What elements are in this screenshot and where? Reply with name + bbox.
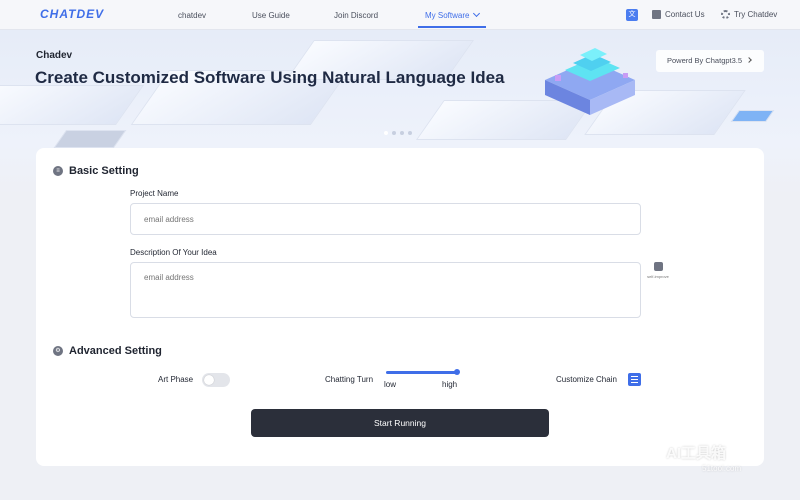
- watermark: AI工具箱 51tool.com: [666, 442, 741, 473]
- customize-chain-label: Customize Chain: [556, 375, 617, 384]
- chatdev-logo[interactable]: CHATDEV: [40, 7, 104, 21]
- watermark-main: AI工具箱: [666, 445, 727, 462]
- isometric-graphic: [545, 48, 635, 115]
- chevron-down-icon: [473, 9, 481, 18]
- chatting-turn-label: Chatting Turn: [325, 375, 374, 384]
- advanced-setting-title: Advanced Setting: [69, 345, 162, 357]
- hero-title: Create Customized Software Using Natural…: [35, 68, 505, 87]
- carousel-dot[interactable]: [384, 131, 388, 135]
- magic-icon: [653, 262, 663, 271]
- slider-low-label: low: [384, 380, 397, 389]
- mail-icon: [652, 10, 661, 19]
- watermark-sub: 51tool.com: [702, 464, 742, 473]
- self-improve-label: self-improve: [647, 274, 669, 279]
- slider-high-label: high: [442, 380, 458, 389]
- nav-link-use-guide[interactable]: Use Guide: [252, 11, 290, 20]
- self-improve-button[interactable]: self-improve: [644, 262, 672, 279]
- decor-tile: [0, 85, 145, 125]
- active-tab-indicator: [418, 26, 486, 28]
- settings-card: ≡ Basic Setting Project Name Description…: [36, 148, 764, 466]
- try-chatdev-label: Try Chatdev: [734, 10, 778, 19]
- powered-by-button[interactable]: Powerd By Chatgpt3.5: [656, 50, 764, 72]
- art-phase-label: Art Phase: [158, 375, 194, 384]
- nav-link-join-discord[interactable]: Join Discord: [334, 11, 378, 20]
- toggle-knob: [204, 375, 214, 385]
- decor-tile: [730, 110, 775, 122]
- description-label: Description Of Your Idea: [130, 248, 217, 257]
- hero-subtitle: Chadev: [36, 50, 73, 61]
- powered-by-label: Powerd By Chatgpt3.5: [667, 56, 743, 65]
- carousel-dots: [384, 131, 412, 135]
- carousel-dot[interactable]: [392, 131, 396, 135]
- project-name-input[interactable]: [130, 203, 641, 235]
- basic-setting-heading: ≡ Basic Setting: [53, 165, 139, 177]
- carousel-dot[interactable]: [408, 131, 412, 135]
- start-running-button[interactable]: Start Running: [251, 409, 549, 437]
- top-nav: CHATDEV chatdev Use Guide Join Discord M…: [0, 0, 800, 30]
- decor-tile: [53, 130, 127, 148]
- sliders-icon: ⚙: [53, 346, 63, 356]
- project-name-label: Project Name: [130, 189, 179, 198]
- gear-icon: [721, 10, 730, 19]
- nav-link-my-software-label: My Software: [425, 11, 470, 20]
- nav-link-chatdev[interactable]: chatdev: [178, 11, 206, 20]
- chatting-turn-slider-handle[interactable]: [454, 369, 460, 375]
- chatting-turn-slider-track[interactable]: [386, 371, 458, 374]
- basic-setting-title: Basic Setting: [69, 165, 139, 177]
- chevron-right-icon: [746, 57, 752, 63]
- contact-us-label: Contact Us: [665, 10, 705, 19]
- settings-icon: ≡: [53, 166, 63, 176]
- advanced-setting-heading: ⚙ Advanced Setting: [53, 345, 162, 357]
- contact-us-link[interactable]: Contact Us: [652, 10, 705, 19]
- nav-link-my-software[interactable]: My Software: [425, 9, 481, 20]
- list-icon[interactable]: [628, 373, 641, 386]
- art-phase-toggle[interactable]: [202, 373, 230, 387]
- translate-icon[interactable]: 文: [626, 9, 638, 21]
- carousel-dot[interactable]: [400, 131, 404, 135]
- try-chatdev-link[interactable]: Try Chatdev: [721, 10, 777, 19]
- description-input[interactable]: [130, 262, 641, 318]
